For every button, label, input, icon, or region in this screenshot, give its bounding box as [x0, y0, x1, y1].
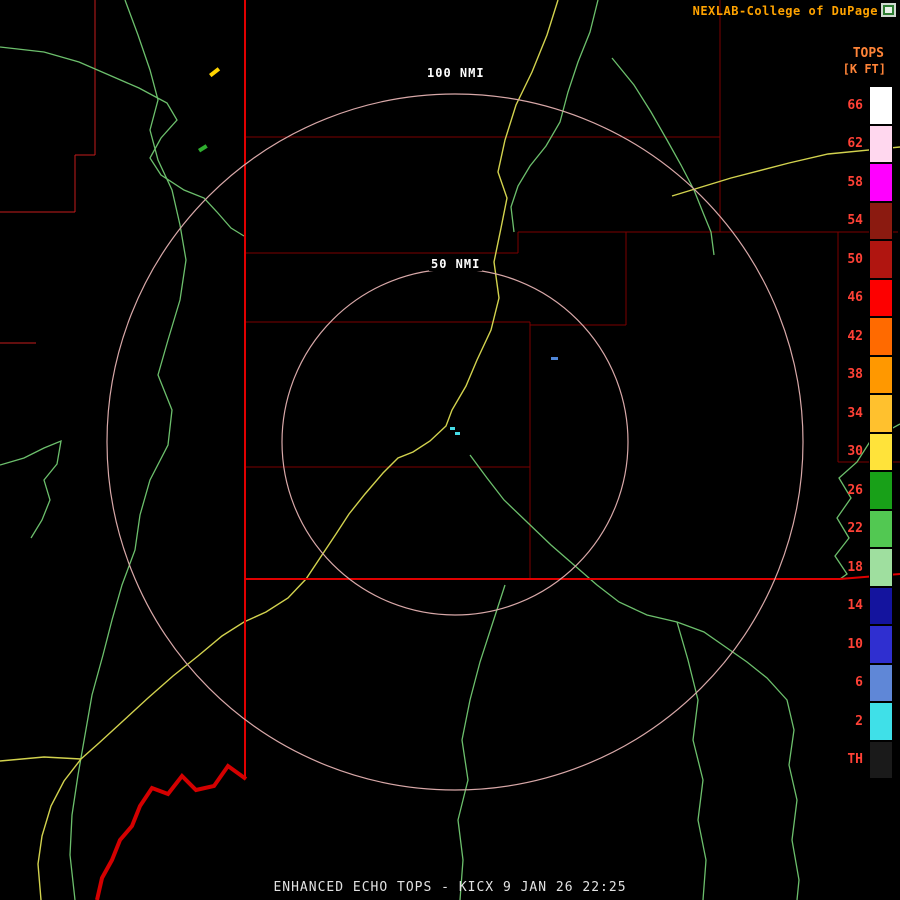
- legend-color-swatch: [869, 548, 893, 587]
- highway: [38, 0, 558, 900]
- legend-value-label: 58: [827, 175, 869, 190]
- legend-color-swatch: [869, 471, 893, 510]
- radar-echo: [450, 427, 455, 430]
- legend-color-swatch: [869, 240, 893, 279]
- legend-color-swatch: [869, 125, 893, 164]
- echo-layer: [198, 67, 558, 435]
- legend-color-swatch: [869, 356, 893, 395]
- legend-entry: 18: [827, 548, 893, 587]
- legend-value-label: 62: [827, 136, 869, 151]
- legend-entry: 30: [827, 433, 893, 472]
- legend-entry: 10: [827, 625, 893, 664]
- radar-echo: [551, 357, 558, 360]
- radar-display: NEXLAB-College of DuPage TOPS [K FT] 666…: [0, 0, 900, 900]
- legend-entry: 6: [827, 664, 893, 703]
- legend-entry: 62: [827, 125, 893, 164]
- legend-color-swatch: [869, 202, 893, 241]
- legend-title: TOPS: [853, 46, 884, 61]
- legend-entry: TH: [827, 741, 893, 780]
- legend-entry: 58: [827, 163, 893, 202]
- legend-value-label: 10: [827, 637, 869, 652]
- river: [511, 0, 598, 232]
- legend-color-swatch: [869, 279, 893, 318]
- radar-echo: [209, 67, 220, 77]
- state-boundaries: [245, 0, 900, 779]
- legend-entry: 14: [827, 587, 893, 626]
- legend-value-label: 30: [827, 444, 869, 459]
- river: [458, 585, 505, 900]
- legend-color-swatch: [869, 587, 893, 626]
- legend-value-label: 18: [827, 560, 869, 575]
- legend-entries: 66625854504642383430262218141062TH: [827, 86, 893, 779]
- legend-value-label: 2: [827, 714, 869, 729]
- river: [612, 58, 714, 255]
- legend-color-swatch: [869, 86, 893, 125]
- legend-entry: 2: [827, 702, 893, 741]
- legend-color-swatch: [869, 394, 893, 433]
- legend-entry: 50: [827, 240, 893, 279]
- legend-value-label: 42: [827, 329, 869, 344]
- legend-value-label: 34: [827, 406, 869, 421]
- legend-color-swatch: [869, 163, 893, 202]
- legend-entry: 54: [827, 202, 893, 241]
- highway: [0, 757, 81, 761]
- river: [470, 455, 799, 900]
- county-boundaries: [245, 0, 900, 579]
- legend-entry: 66: [827, 86, 893, 125]
- legend-color-swatch: [869, 625, 893, 664]
- legend-entry: 22: [827, 510, 893, 549]
- river: [677, 622, 706, 900]
- radar-map: [0, 0, 900, 900]
- legend-value-label: 38: [827, 367, 869, 382]
- radar-echo: [198, 144, 208, 152]
- range-rings: [107, 94, 803, 790]
- legend-entry: 42: [827, 317, 893, 356]
- legend-entry: 38: [827, 356, 893, 395]
- cod-logo-icon: [881, 3, 896, 17]
- legend-entry: 34: [827, 394, 893, 433]
- legend-value-label: 50: [827, 252, 869, 267]
- legend-entry: 26: [827, 471, 893, 510]
- legend-value-label: 54: [827, 213, 869, 228]
- legend-value-label: 46: [827, 290, 869, 305]
- range-ring-label-100nmi: 100 NMI: [425, 66, 487, 80]
- legend-value-label: 14: [827, 598, 869, 613]
- legend-color-swatch: [869, 317, 893, 356]
- legend-value-label: 26: [827, 483, 869, 498]
- legend-units: [K FT]: [843, 62, 886, 76]
- status-bar-text: ENHANCED ECHO TOPS - KICX 9 JAN 26 22:25: [0, 880, 900, 895]
- river-lines: [0, 0, 900, 900]
- legend-color-swatch: [869, 510, 893, 549]
- legend-value-label: 22: [827, 521, 869, 536]
- legend-value-label: 6: [827, 675, 869, 690]
- legend-color-swatch: [869, 664, 893, 703]
- river: [70, 0, 186, 900]
- legend-color-swatch: [869, 433, 893, 472]
- legend-value-label: 66: [827, 98, 869, 113]
- range-ring-label-50nmi: 50 NMI: [429, 257, 482, 271]
- range-ring-100nmi: [107, 94, 803, 790]
- legend-entry: 46: [827, 279, 893, 318]
- river: [0, 47, 244, 236]
- highway-lines: [0, 0, 900, 900]
- river: [0, 441, 61, 538]
- legend-value-label: TH: [827, 752, 869, 767]
- legend-color-swatch: [869, 702, 893, 741]
- radar-echo: [455, 432, 460, 435]
- legend-color-swatch: [869, 741, 893, 780]
- range-ring-50nmi: [282, 269, 628, 615]
- nv-county-boundaries: [0, 0, 95, 343]
- brand-text: NEXLAB-College of DuPage: [693, 4, 878, 18]
